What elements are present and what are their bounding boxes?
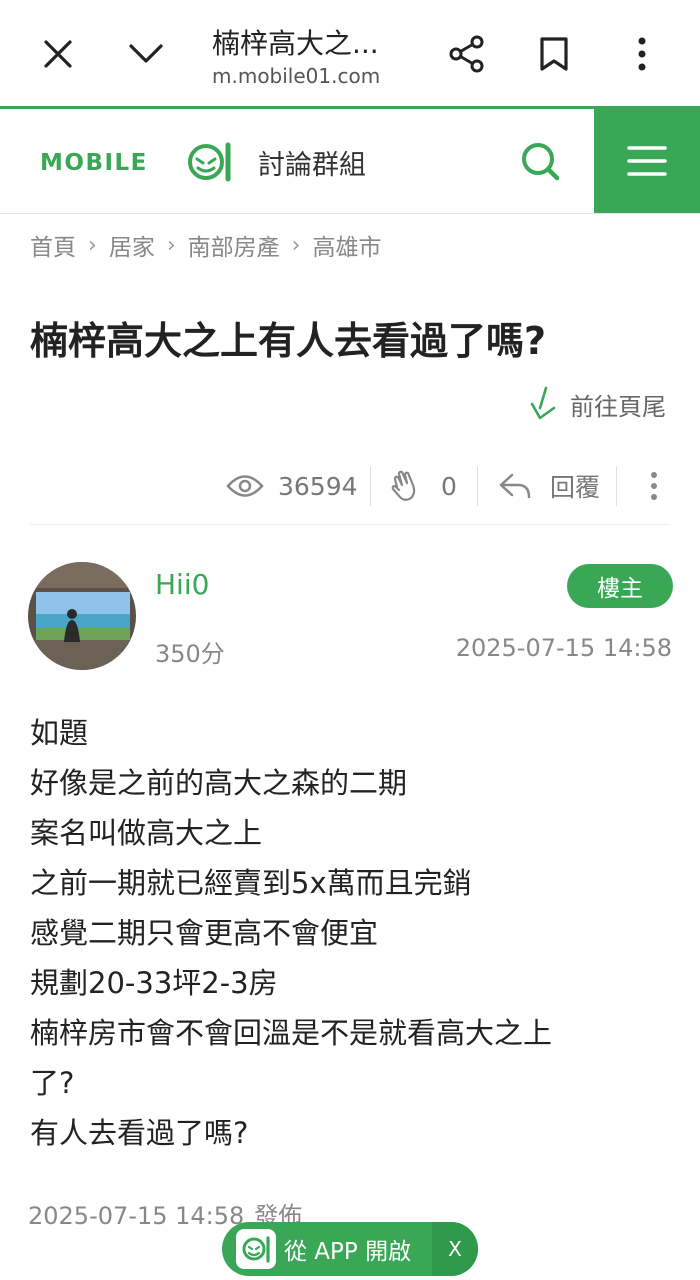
breadcrumb-item-kaohsiung[interactable]: 高雄市	[312, 228, 381, 262]
breadcrumb-item-south-property[interactable]: 南部房產	[188, 228, 280, 262]
open-in-app-label: 從 APP 開啟	[284, 1239, 412, 1265]
page-title: 楠梓高大之上有人去看過了嗎?	[30, 319, 547, 363]
author-score: 350分	[155, 640, 225, 668]
post-line: 楠梓房市會不會回溫是不是就看高大之上	[30, 1016, 553, 1050]
more-vert-icon	[651, 472, 657, 500]
view-count: 36594	[220, 460, 370, 512]
minimize-button[interactable]	[116, 24, 176, 84]
post-line: 如題	[30, 716, 89, 750]
post-line: 案名叫做高大之上	[30, 816, 263, 850]
reply-label: 回覆	[550, 473, 601, 502]
app-icon	[236, 1229, 276, 1269]
chevron-right-icon: ›	[166, 232, 176, 258]
goto-end-button[interactable]: 前往頁尾	[528, 386, 666, 422]
goto-end-label: 前往頁尾	[570, 392, 666, 421]
search-button[interactable]	[516, 137, 564, 185]
view-count-value: 36594	[278, 471, 358, 501]
bookmark-button[interactable]	[524, 24, 584, 84]
author-name[interactable]: Hii0	[155, 568, 209, 601]
browser-toolbar: 楠梓高大之... m.mobile01.com	[0, 0, 700, 106]
post-more-button[interactable]	[617, 460, 677, 512]
site-logo[interactable]: MOBILE	[40, 139, 236, 183]
share-icon	[449, 35, 484, 73]
share-button[interactable]	[437, 24, 497, 84]
chevron-down-icon	[129, 44, 163, 63]
site-header: MOBILE 討論群組	[0, 109, 700, 214]
post-content: 如題 好像是之前的高大之森的二期 案名叫做高大之上 之前一期就已經賣到5x萬而且…	[30, 708, 670, 1158]
breadcrumb: 首頁 › 居家 › 南部房產 › 高雄市	[30, 228, 381, 262]
post-line: 有人去看過了嗎?	[30, 1116, 249, 1150]
post-line: 了?	[30, 1066, 75, 1100]
section-label[interactable]: 討論群組	[258, 143, 366, 182]
clap-button[interactable]: 0	[371, 460, 477, 512]
chevron-right-icon: ›	[291, 232, 301, 258]
menu-icon	[627, 146, 667, 176]
avatar[interactable]	[28, 562, 136, 670]
post-line: 感覺二期只會更高不會便宜	[30, 916, 379, 950]
open-in-app-banner[interactable]: 從 APP 開啟 X	[222, 1222, 478, 1276]
divider	[30, 524, 670, 525]
eye-icon	[226, 475, 264, 497]
op-badge: 樓主	[567, 564, 673, 608]
bookmark-icon	[540, 37, 568, 71]
mobile01-logo: MOBILE	[40, 142, 231, 182]
close-banner-button[interactable]: X	[432, 1222, 478, 1276]
breadcrumb-item-home-living[interactable]: 居家	[109, 228, 155, 262]
reply-button[interactable]: 回覆	[478, 460, 616, 512]
menu-button[interactable]	[594, 109, 700, 213]
reply-icon	[499, 473, 531, 499]
post-line: 之前一期就已經賣到5x萬而且完銷	[30, 866, 472, 900]
avatar-image	[28, 562, 136, 670]
close-icon	[44, 40, 72, 68]
more-options-button[interactable]	[612, 24, 672, 84]
arrow-down-icon	[530, 386, 556, 420]
post-line: 規劃20-33坪2-3房	[30, 966, 278, 1000]
post-stats-bar: 36594 0 回覆	[220, 460, 680, 512]
clap-icon	[391, 470, 416, 501]
search-icon	[522, 143, 560, 181]
breadcrumb-item-home[interactable]: 首頁	[30, 228, 76, 262]
page-url[interactable]: m.mobile01.com	[212, 64, 380, 88]
post-line: 好像是之前的高大之森的二期	[30, 766, 408, 800]
more-vert-icon	[638, 37, 646, 71]
tab-title: 楠梓高大之...	[212, 27, 379, 60]
published-time: 2025-07-15 14:58	[28, 1202, 245, 1230]
chevron-right-icon: ›	[88, 232, 97, 258]
post-timestamp: 2025-07-15 14:58	[455, 634, 672, 662]
clap-count: 0	[441, 471, 457, 501]
close-tab-button[interactable]	[28, 24, 88, 84]
svg-text:MOBILE: MOBILE	[40, 150, 148, 176]
